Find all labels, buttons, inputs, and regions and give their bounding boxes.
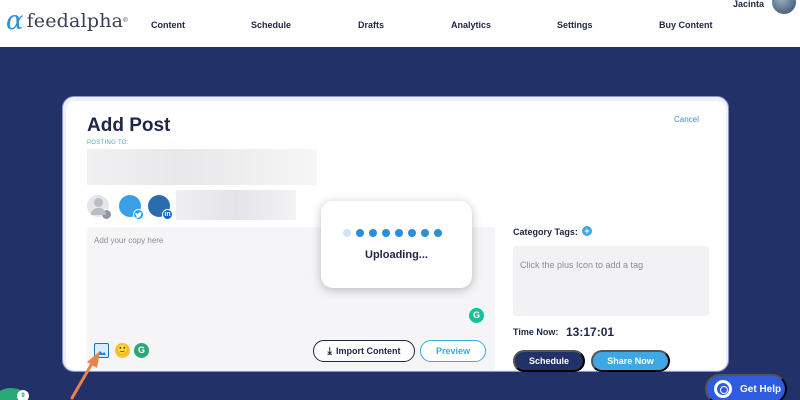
logo-text: feedalpha — [26, 10, 124, 32]
posting-to-field[interactable] — [87, 149, 317, 185]
account-linkedin-avatar[interactable]: in — [148, 195, 173, 220]
linkedin-icon: in — [162, 209, 173, 220]
time-now-label: Time Now: — [513, 327, 559, 337]
notification-count: 9 — [17, 390, 29, 400]
nav-analytics[interactable]: Analytics — [451, 20, 491, 30]
get-help-button[interactable]: Get Help — [705, 374, 787, 400]
nav-content[interactable]: Content — [151, 20, 185, 30]
grammarly-status-icon[interactable]: G — [469, 308, 484, 323]
grammarly-icon[interactable]: G — [134, 343, 149, 358]
nav-drafts[interactable]: Drafts — [358, 20, 384, 30]
user-avatar[interactable] — [772, 0, 796, 14]
user-name[interactable]: Jacinta — [733, 0, 764, 9]
add-tag-plus-icon[interactable]: + — [582, 226, 592, 236]
import-content-button[interactable]: ⤓ Import Content — [313, 340, 415, 362]
logo-mark: α — [6, 6, 24, 36]
schedule-button[interactable]: Schedule — [513, 350, 585, 372]
post-copy-placeholder: Add your copy here — [94, 236, 164, 245]
progress-dot — [382, 229, 390, 237]
time-now-value: 13:17:01 — [566, 325, 615, 339]
top-navigation-bar: α feedalpha ® Content Schedule Drafts An… — [0, 0, 800, 47]
annotation-arrow-icon — [70, 351, 100, 400]
progress-dot — [434, 229, 442, 237]
progress-dot — [369, 229, 377, 237]
nav-buy-content[interactable]: Buy Content — [659, 20, 713, 30]
share-now-button[interactable]: Share Now — [591, 350, 670, 372]
logo-trademark: ® — [123, 18, 128, 24]
lifebuoy-icon — [714, 380, 732, 398]
category-tags-box[interactable] — [513, 246, 709, 316]
cancel-button[interactable]: Cancel — [674, 115, 699, 124]
account-twitter-avatar[interactable] — [119, 195, 144, 220]
get-help-label: Get Help — [740, 383, 782, 395]
uploading-popup — [321, 201, 472, 288]
category-tags-label: Category Tags: — [513, 227, 578, 237]
nav-schedule[interactable]: Schedule — [251, 20, 291, 30]
account-names-field — [176, 190, 296, 220]
nav-settings[interactable]: Settings — [557, 20, 593, 30]
uploading-progress-dots — [343, 229, 447, 237]
posting-to-label: POSTING TO: — [87, 140, 129, 146]
user-icon — [101, 209, 112, 220]
twitter-icon — [133, 209, 144, 220]
progress-dot — [408, 229, 416, 237]
progress-dot — [395, 229, 403, 237]
feedalpha-logo[interactable]: α feedalpha ® — [6, 6, 128, 36]
progress-dot — [421, 229, 429, 237]
emoji-icon[interactable]: 🙂 — [115, 343, 130, 358]
account-personal-avatar[interactable] — [87, 195, 112, 220]
category-tags-placeholder: Click the plus Icon to add a tag — [520, 260, 644, 270]
progress-dot — [356, 229, 364, 237]
uploading-text: Uploading... — [365, 249, 428, 261]
modal-title: Add Post — [87, 115, 171, 136]
progress-dot — [343, 229, 351, 237]
download-icon: ⤓ — [327, 345, 332, 357]
import-content-label: Import Content — [335, 346, 401, 356]
preview-button[interactable]: Preview — [420, 340, 486, 362]
